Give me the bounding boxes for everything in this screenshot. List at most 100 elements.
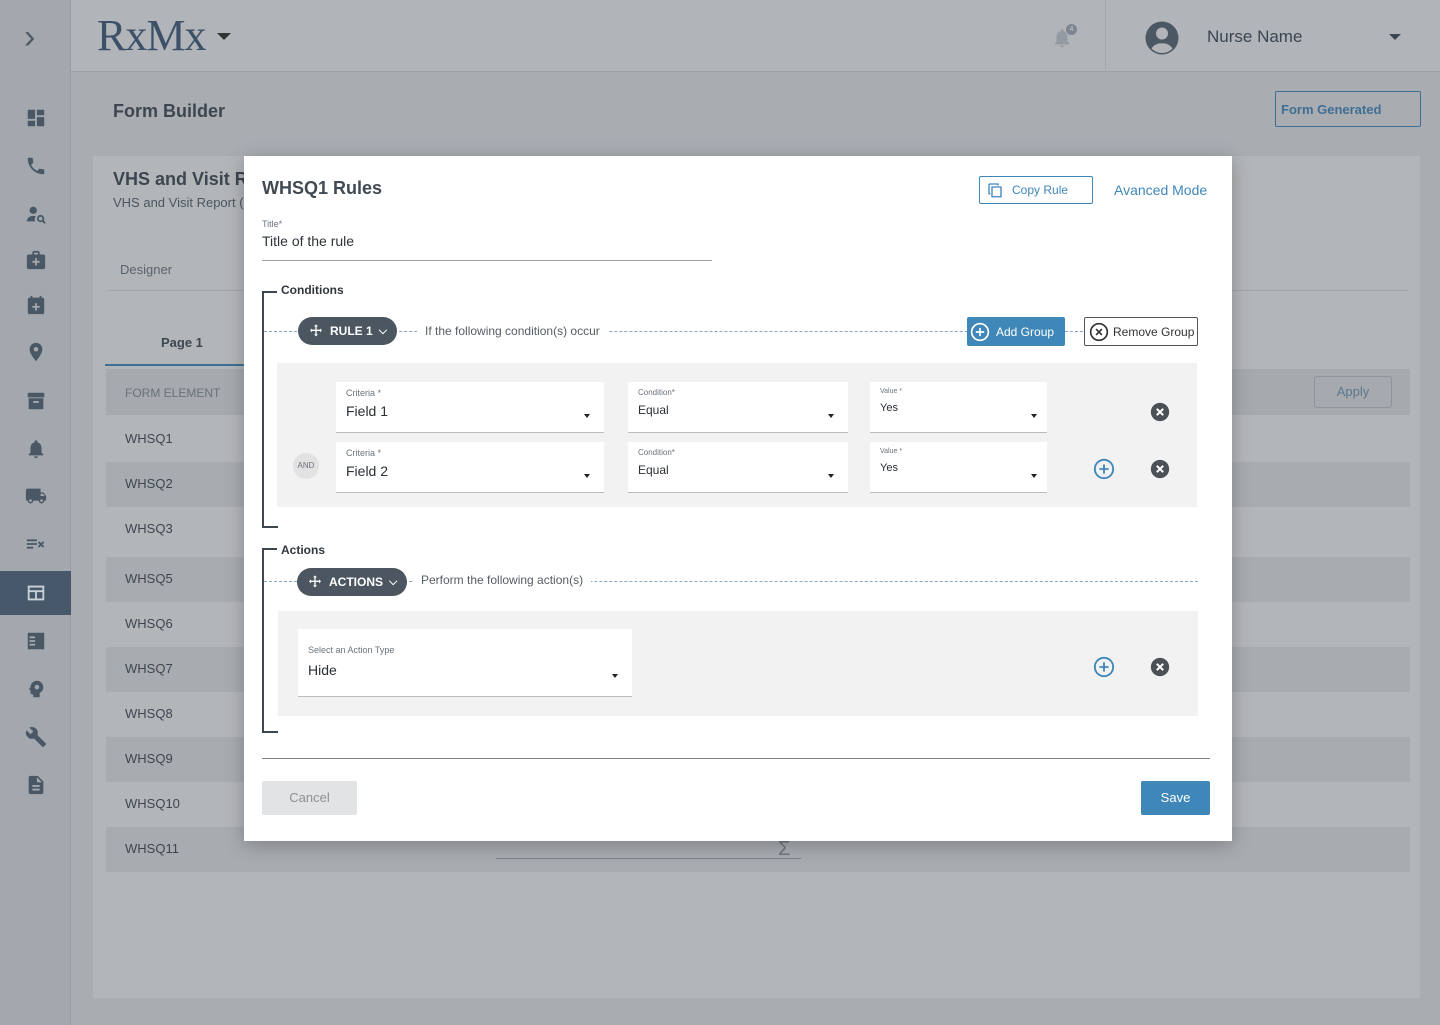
row-label: WHSQ8 [125,706,173,721]
actions-pill[interactable]: ACTIONS ⌵ [297,568,408,596]
sidebar-item-form-builder[interactable] [0,571,71,615]
sidebar-item-mental-health[interactable] [0,667,71,711]
criteria-value: Field 2 [346,463,389,479]
user-avatar-icon[interactable] [1144,20,1180,56]
sidebar-item-patient-search[interactable] [0,192,71,236]
sidebar-item-locations[interactable] [0,330,71,374]
row-label: WHSQ2 [125,476,173,491]
document-icon [28,775,43,795]
row-label: WHSQ6 [125,616,173,631]
user-name[interactable]: Nurse Name [1207,27,1302,47]
drag-move-icon [309,575,321,588]
title-field[interactable]: Title of the rule [262,233,354,249]
row-label: WHSQ3 [125,521,173,536]
actions-line-text: Perform the following action(s) [413,573,592,587]
copy-rule-label: Copy Rule [1012,183,1069,197]
form-subtitle: VHS and Visit Report (I [113,195,248,210]
conditions-heading: Conditions [277,283,348,297]
value-select-1[interactable]: Value * Yes [870,382,1047,433]
value-select-2[interactable]: Value * Yes [870,442,1047,493]
form-builder-icon [27,585,44,601]
sidebar-item-alerts[interactable] [0,427,71,471]
expand-sidebar-icon[interactable]: › [24,20,48,54]
sidebar-item-calls[interactable] [0,144,71,188]
action-type-label: Select an Action Type [308,645,395,655]
advanced-mode-link[interactable]: Avanced Mode [1114,182,1207,198]
bell-icon [28,440,43,459]
chevron-down-icon: ⌵ [378,324,388,337]
remove-group-button[interactable]: Remove Group [1084,317,1198,346]
user-menu-caret-icon[interactable] [1389,34,1401,40]
medical-calendar-icon [27,295,44,315]
copy-rule-button[interactable]: Copy Rule [979,176,1093,204]
person-search-icon [26,206,46,224]
actions-pill-label: ACTIONS [329,575,383,589]
plus-circle-icon [970,322,990,341]
remove-action-icon[interactable] [1149,656,1171,678]
condition-value: Equal [638,403,669,417]
dashboard-icon [27,109,44,127]
dropdown-caret-icon [1031,414,1037,418]
tab-designer[interactable]: Designer [120,262,172,277]
sidebar-item-delivery[interactable] [0,474,71,518]
app-logo[interactable]: RxMx [97,10,206,61]
action-type-select[interactable]: Select an Action Type Hide [298,629,632,697]
add-group-button[interactable]: Add Group [967,317,1065,346]
dropdown-caret-icon [828,474,834,478]
condition-label: Condition* [638,448,675,457]
criteria-select-1[interactable]: Criteria * Field 1 [336,382,604,433]
value-label: Value * [880,388,903,395]
dialog-title: WHSQ1 Rules [262,178,383,198]
remove-group-label: Remove Group [1113,324,1195,339]
location-pin-icon [29,342,42,362]
task-list-icon [27,632,44,650]
row-label: WHSQ11 [125,841,179,856]
value-label: Value * [880,448,903,455]
sidebar-item-documents[interactable] [0,763,71,807]
condition-select-1[interactable]: Condition* Equal [628,382,848,433]
topbar-divider [1105,0,1106,72]
sidebar-item-medical[interactable] [0,238,71,282]
top-bar: RxMx 4 Nurse Name [71,0,1440,72]
rule-1-label: RULE 1 [330,324,373,338]
copy-icon [988,183,1002,198]
archive-icon [27,392,44,410]
notification-count-badge: 4 [1066,24,1077,35]
dropdown-caret-icon [584,414,590,418]
brain-icon [28,680,43,698]
remove-condition-icon[interactable] [1149,458,1171,480]
cancel-button[interactable]: Cancel [262,781,357,815]
sidebar-item-dashboard[interactable] [0,96,71,140]
sidebar-item-medical-calendar[interactable] [0,283,71,327]
sidebar-item-archive[interactable] [0,379,71,423]
add-condition-icon[interactable] [1093,458,1115,480]
and-operator-badge[interactable]: AND [293,453,319,479]
app-switcher-caret-icon[interactable] [217,33,231,40]
sidebar-item-checklist[interactable] [0,522,71,566]
rules-dialog: WHSQ1 Rules Copy Rule Avanced Mode Title… [244,156,1232,841]
form-generated-button[interactable]: Form Generated [1275,91,1421,127]
condition-select-2[interactable]: Condition* Equal [628,442,848,493]
row-label: WHSQ7 [125,661,173,676]
tab-page-1[interactable]: Page 1 [161,335,203,350]
chevron-down-icon: ⌵ [389,575,398,588]
rule-1-pill[interactable]: RULE 1 ⌵ [298,317,398,345]
save-button[interactable]: Save [1141,781,1210,815]
add-action-icon[interactable] [1093,656,1115,678]
value-value: Yes [880,462,898,474]
criteria-select-2[interactable]: Criteria * Field 2 [336,442,604,493]
criteria-label: Criteria * [346,388,382,398]
sidebar-item-tasks[interactable] [0,619,71,663]
sidebar-item-settings[interactable] [0,715,71,759]
close-circle-icon [1089,322,1109,341]
truck-icon [25,488,46,504]
actions-heading: Actions [277,543,330,557]
criteria-value: Field 1 [346,403,389,419]
remove-condition-icon[interactable] [1149,401,1171,423]
add-group-label: Add Group [996,324,1055,339]
action-type-value: Hide [308,662,337,678]
wrench-icon [25,727,46,748]
drag-move-icon [310,324,322,337]
apply-button[interactable]: Apply [1314,376,1392,408]
dropdown-caret-icon [1031,474,1037,478]
